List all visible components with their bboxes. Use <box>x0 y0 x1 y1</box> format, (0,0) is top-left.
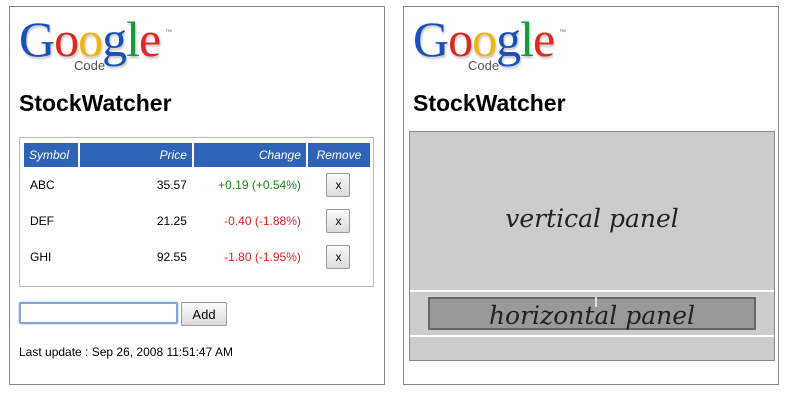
last-update-label: Last update : Sep 26, 2008 11:51:47 AM <box>19 345 233 359</box>
google-code-logo: Google ™ Code <box>413 13 573 75</box>
stock-price: 21.25 <box>156 214 187 228</box>
stock-price: 92.55 <box>156 250 187 264</box>
column-header-symbol: Symbol <box>24 143 80 167</box>
logo-subtitle: Code <box>74 58 106 73</box>
remove-cell: x <box>307 203 370 239</box>
column-header-price: Price <box>78 143 194 167</box>
logo-letter: e <box>139 11 161 67</box>
horizontal-panel: horizontal panel <box>428 297 756 330</box>
remove-button[interactable]: x <box>326 245 351 269</box>
logo-subtitle: Code <box>468 58 500 73</box>
stockwatcher-screen: Google ™ Code StockWatcher Symbol Price … <box>9 6 385 385</box>
stock-symbol: GHI <box>30 250 52 264</box>
logo-letter: e <box>533 11 555 67</box>
table-row: ABC 35.57 +0.19 (+0.54%) x <box>24 167 370 203</box>
table-header-row: Symbol Price Change Remove <box>24 143 370 167</box>
stock-change: -1.80 (-1.95%) <box>224 250 301 264</box>
vertical-panel: vertical panel horizontal panel <box>409 131 775 361</box>
horizontal-panel-band: horizontal panel <box>410 290 774 337</box>
google-code-logo: Google ™ Code <box>19 13 179 75</box>
logo-letter: l <box>520 11 534 67</box>
column-header-remove: Remove <box>306 143 370 167</box>
layout-diagram-screen: Google ™ Code StockWatcher vertical pane… <box>403 6 779 385</box>
stock-symbol: ABC <box>30 178 55 192</box>
logo-letter: g <box>496 11 521 67</box>
stock-symbol-input[interactable] <box>19 302 178 324</box>
remove-button[interactable]: x <box>326 209 351 233</box>
logo-letter: G <box>19 11 55 67</box>
add-button[interactable]: Add <box>181 302 227 326</box>
stock-change: -0.40 (-1.88%) <box>224 214 301 228</box>
stock-price: 35.57 <box>156 178 187 192</box>
logo-letter: l <box>126 11 140 67</box>
remove-button[interactable]: x <box>326 173 351 197</box>
stock-change: +0.19 (+0.54%) <box>218 178 301 192</box>
remove-cell: x <box>307 239 370 275</box>
column-header-change: Change <box>192 143 308 167</box>
table-row: GHI 92.55 -1.80 (-1.95%) x <box>24 239 370 275</box>
stock-table: Symbol Price Change Remove ABC 35.57 +0.… <box>24 143 370 275</box>
logo-letter: g <box>102 11 127 67</box>
stock-symbol: DEF <box>30 214 54 228</box>
page-title: StockWatcher <box>413 90 566 116</box>
page-title: StockWatcher <box>19 90 172 116</box>
trademark-symbol: ™ <box>165 29 172 36</box>
trademark-symbol: ™ <box>559 29 566 36</box>
logo-letter: G <box>413 11 449 67</box>
remove-cell: x <box>307 167 370 203</box>
stock-list-panel: Symbol Price Change Remove ABC 35.57 +0.… <box>19 137 374 287</box>
table-row: DEF 21.25 -0.40 (-1.88%) x <box>24 203 370 239</box>
vertical-panel-label: vertical panel <box>505 204 679 233</box>
horizontal-panel-label: horizontal panel <box>488 301 696 330</box>
